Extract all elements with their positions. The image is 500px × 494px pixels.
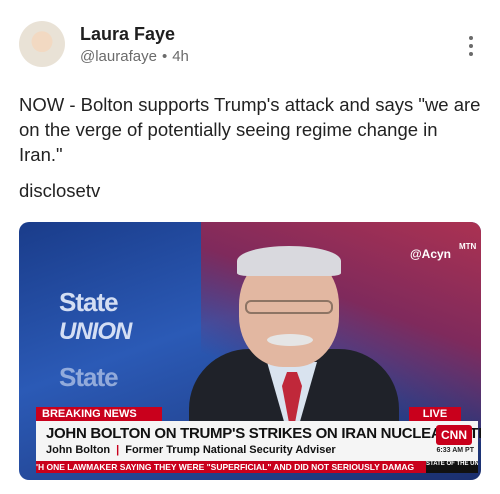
speaker-name: John Bolton (46, 444, 111, 456)
post-time: 4h (172, 48, 189, 65)
breaking-news-label: BREAKING NEWS (36, 407, 162, 421)
source-tag: disclosetv (19, 180, 101, 201)
show-logo: State UNION (59, 287, 132, 345)
video-thumbnail[interactable]: State UNION State @Acyn MTN BREAKING NEW… (19, 222, 481, 480)
author-handle[interactable]: @laurafaye (80, 48, 157, 65)
speaker-caption: John Bolton | Former Trump National Securi… (46, 444, 336, 456)
live-badge: LIVE (409, 407, 461, 421)
meta-separator: • (161, 48, 168, 65)
author-name[interactable]: Laura Faye (80, 24, 175, 45)
speaker-figure (149, 234, 409, 439)
avatar[interactable] (19, 21, 65, 67)
post-text: NOW - Bolton supports Trump's attack and… (19, 94, 481, 165)
cnn-logo: CNN (436, 425, 472, 445)
ticker-text: 'H ONE LAWMAKER SAYING THEY WERE "SUPERF… (36, 462, 415, 472)
chyron-headline: JOHN BOLTON ON TRUMP'S STRIKES ON IRAN N… (46, 425, 481, 442)
broadcast-time: 6:33 AM PT (436, 447, 474, 454)
ticker-logo: STATE OF THE UNION (426, 461, 478, 473)
post-card: Laura Faye @laurafaye • 4h NOW - Bolton su… (0, 0, 500, 494)
caption-separator: | (116, 444, 120, 456)
news-ticker: 'H ONE LAWMAKER SAYING THEY WERE "SUPERF… (36, 461, 478, 473)
post-meta: @laurafaye • 4h (80, 48, 189, 65)
show-logo-repeat: State (59, 362, 119, 392)
more-options-icon[interactable] (464, 36, 478, 58)
lower-third: JOHN BOLTON ON TRUMP'S STRIKES ON IRAN N… (36, 421, 481, 461)
watermark: @Acyn (409, 247, 451, 261)
speaker-title: Former Trump National Security Adviser (125, 444, 336, 456)
watermark-logo: MTN (459, 242, 477, 251)
